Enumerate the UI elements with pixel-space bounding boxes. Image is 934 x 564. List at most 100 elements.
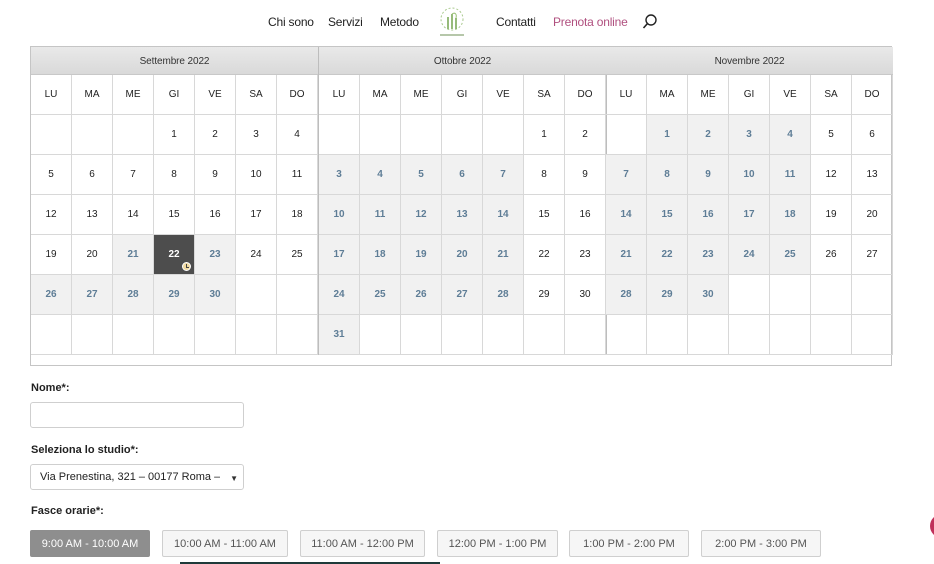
calendar-empty-cell xyxy=(31,315,72,355)
month-grid: LU MA ME GI VE SA DO 1 2 3 4 5 6 7 8 9 10 11 12 13 14 15 16 17 1… xyxy=(606,75,893,355)
calendar-day-available[interactable]: 14 xyxy=(606,195,647,235)
calendar-empty-cell xyxy=(277,315,318,355)
calendar-day-available[interactable]: 25 xyxy=(360,275,401,315)
calendar-day-available[interactable]: 28 xyxy=(483,275,524,315)
calendar-day-available[interactable]: 21 xyxy=(606,235,647,275)
calendar-day-available[interactable]: 10 xyxy=(319,195,360,235)
calendar-day-available[interactable]: 1 xyxy=(647,115,688,155)
time-slot-button[interactable]: 12:00 PM - 1:00 PM xyxy=(437,530,558,557)
calendar-empty-cell xyxy=(852,275,893,315)
calendar-day-available[interactable]: 8 xyxy=(647,155,688,195)
calendar-empty-cell xyxy=(442,115,483,155)
calendar-day-available[interactable]: 11 xyxy=(770,155,811,195)
calendar-day-available[interactable]: 26 xyxy=(31,275,72,315)
search-icon[interactable] xyxy=(641,13,659,31)
calendar-day-available[interactable]: 18 xyxy=(360,235,401,275)
calendar-day-available[interactable]: 23 xyxy=(688,235,729,275)
calendar-day-available[interactable]: 4 xyxy=(360,155,401,195)
calendar-day-available[interactable]: 23 xyxy=(195,235,236,275)
calendar-day-available[interactable]: 3 xyxy=(729,115,770,155)
studio-select[interactable]: Via Prenestina, 321 – 00177 Roma – ▼ xyxy=(30,464,244,490)
calendar-day-available[interactable]: 26 xyxy=(401,275,442,315)
weekday-header: VE xyxy=(195,75,236,115)
calendar-day-available[interactable]: 22 xyxy=(647,235,688,275)
calendar-day: 30 xyxy=(565,275,606,315)
calendar-day-available[interactable]: 29 xyxy=(154,275,195,315)
calendar-day-available[interactable]: 7 xyxy=(483,155,524,195)
calendar-day-available[interactable]: 28 xyxy=(606,275,647,315)
calendar-day-available[interactable]: 13 xyxy=(442,195,483,235)
calendar-day: 18 xyxy=(277,195,318,235)
time-slot-button[interactable]: 10:00 AM - 11:00 AM xyxy=(162,530,288,557)
calendar-empty-cell xyxy=(113,315,154,355)
calendar-day-available[interactable]: 30 xyxy=(195,275,236,315)
calendar-day-available[interactable]: 15 xyxy=(647,195,688,235)
nav-contatti[interactable]: Contatti xyxy=(496,15,536,29)
calendar-day-available[interactable]: 11 xyxy=(360,195,401,235)
calendar-day-available[interactable]: 21 xyxy=(113,235,154,275)
calendar-day-available[interactable]: 10 xyxy=(729,155,770,195)
calendar-empty-cell xyxy=(647,315,688,355)
calendar-day-available[interactable]: 24 xyxy=(729,235,770,275)
calendar-day-available[interactable]: 17 xyxy=(319,235,360,275)
calendar-day-available[interactable]: 7 xyxy=(606,155,647,195)
calendar-empty-cell xyxy=(483,115,524,155)
calendar-day: 25 xyxy=(277,235,318,275)
calendar-empty-cell xyxy=(811,275,852,315)
calendar-day-available[interactable]: 5 xyxy=(401,155,442,195)
calendar-day-available[interactable]: 18 xyxy=(770,195,811,235)
calendar-day-available[interactable]: 14 xyxy=(483,195,524,235)
calendar-day-available[interactable]: 30 xyxy=(688,275,729,315)
calendar-day-available[interactable]: 12 xyxy=(401,195,442,235)
calendar-day-available[interactable]: 27 xyxy=(72,275,113,315)
clock-icon xyxy=(182,262,191,271)
calendar-empty-cell xyxy=(113,115,154,155)
calendar-day-available[interactable]: 28 xyxy=(113,275,154,315)
calendar-day-available[interactable]: 9 xyxy=(688,155,729,195)
calendar-day-available[interactable]: 16 xyxy=(688,195,729,235)
weekday-header: MA xyxy=(72,75,113,115)
calendar-day: 16 xyxy=(195,195,236,235)
calendar-empty-cell xyxy=(319,115,360,155)
calendar-empty-cell xyxy=(770,315,811,355)
calendar-day-available[interactable]: 21 xyxy=(483,235,524,275)
time-slot-button[interactable]: 1:00 PM - 2:00 PM xyxy=(569,530,689,557)
top-navigation: Chi sono Servizi Metodo Contatti Prenota… xyxy=(0,0,934,44)
calendar-day-available[interactable]: 24 xyxy=(319,275,360,315)
calendar-day-available[interactable]: 3 xyxy=(319,155,360,195)
calendar-empty-cell xyxy=(72,115,113,155)
calendar-day: 27 xyxy=(852,235,893,275)
calendar-day-available[interactable]: 31 xyxy=(319,315,360,355)
nav-metodo[interactable]: Metodo xyxy=(380,15,419,29)
calendar-empty-cell xyxy=(360,115,401,155)
time-slot-button[interactable]: 9:00 AM - 10:00 AM xyxy=(30,530,150,557)
calendar-day-available[interactable]: 29 xyxy=(647,275,688,315)
logo-icon[interactable] xyxy=(434,5,470,39)
time-slot-button[interactable]: 2:00 PM - 3:00 PM xyxy=(701,530,821,557)
calendar-day: 4 xyxy=(277,115,318,155)
calendar-day-selected[interactable]: 22 xyxy=(154,235,195,275)
calendar-day: 20 xyxy=(852,195,893,235)
calendar-day: 12 xyxy=(811,155,852,195)
time-slot-button[interactable]: 11:00 AM - 12:00 PM xyxy=(300,530,425,557)
chat-icon[interactable] xyxy=(930,514,934,538)
calendar-day-available[interactable]: 27 xyxy=(442,275,483,315)
calendar-day: 13 xyxy=(72,195,113,235)
calendar-day-available[interactable]: 4 xyxy=(770,115,811,155)
calendar-day: 26 xyxy=(811,235,852,275)
calendar-day-available[interactable]: 25 xyxy=(770,235,811,275)
calendar-day-available[interactable]: 20 xyxy=(442,235,483,275)
nav-chi-sono[interactable]: Chi sono xyxy=(268,15,314,29)
calendar-day: 7 xyxy=(113,155,154,195)
calendar-empty-cell xyxy=(154,315,195,355)
name-input[interactable] xyxy=(30,402,244,428)
nav-prenota-online[interactable]: Prenota online xyxy=(553,15,628,29)
weekday-header: DO xyxy=(565,75,606,115)
weekday-header: LU xyxy=(319,75,360,115)
calendar-day-available[interactable]: 2 xyxy=(688,115,729,155)
calendar-day-available[interactable]: 19 xyxy=(401,235,442,275)
calendar-day-available[interactable]: 17 xyxy=(729,195,770,235)
nav-servizi[interactable]: Servizi xyxy=(328,15,363,29)
calendar-empty-cell xyxy=(606,115,647,155)
calendar-day-available[interactable]: 6 xyxy=(442,155,483,195)
